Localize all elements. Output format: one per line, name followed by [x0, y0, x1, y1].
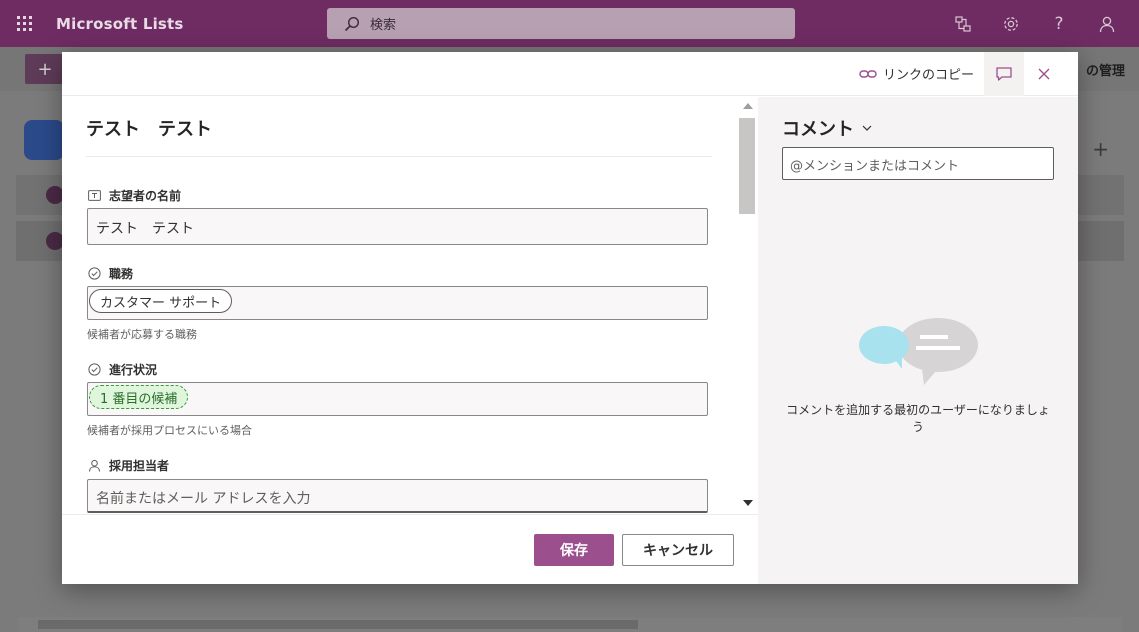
comments-toggle-button[interactable]	[984, 52, 1024, 96]
search-placeholder: 検索	[370, 18, 397, 33]
position-choice-field[interactable]: カスタマー サポート	[87, 286, 708, 320]
progress-choice-field[interactable]: 1 番目の候補	[87, 382, 708, 416]
dialog-header: リンクのコピー	[62, 52, 1078, 96]
copy-link-button[interactable]: リンクのコピー	[859, 64, 974, 83]
close-icon	[1038, 68, 1050, 80]
dialog-footer: 保存 キャンセル	[62, 514, 758, 584]
field-label-applicant-name: 志望者の名前	[88, 187, 181, 204]
gear-icon	[1004, 16, 1018, 31]
recruiter-placeholder: 名前またはメール アドレスを入力	[96, 491, 311, 507]
field-label-text: 職務	[109, 267, 134, 281]
app-launcher-button[interactable]	[0, 0, 48, 47]
text-field-icon	[88, 190, 101, 201]
settings-button[interactable]	[987, 0, 1035, 47]
save-button[interactable]: 保存	[534, 534, 614, 566]
flow-button[interactable]	[939, 0, 987, 47]
close-button[interactable]	[1024, 52, 1064, 96]
comment-icon	[996, 67, 1012, 81]
no-comments-message: コメントを追加する最初のユーザーになりましょう	[786, 403, 1050, 434]
field-label-text: 進行状況	[109, 363, 158, 377]
flow-icon	[955, 15, 971, 32]
field-label-position: 職務	[88, 265, 133, 282]
conversation-illustration-icon	[859, 318, 978, 385]
progress-choice-pill[interactable]: 1 番目の候補	[89, 385, 189, 409]
add-column-icon: +	[1092, 137, 1109, 161]
field-label-text: 志望者の名前	[109, 189, 182, 203]
chevron-down-icon	[862, 125, 872, 131]
help-icon: ?	[1054, 13, 1064, 34]
scrollbar-thumb[interactable]	[739, 118, 755, 214]
comment-input[interactable]: @メンションまたはコメント	[782, 147, 1054, 180]
item-title: テスト テスト	[86, 119, 212, 140]
scroll-up-icon[interactable]	[743, 103, 753, 109]
account-button[interactable]	[1083, 0, 1131, 47]
manage-access-label: の管理	[1085, 64, 1125, 79]
comments-title: コメント	[782, 119, 854, 140]
search-icon	[344, 16, 360, 31]
link-icon	[859, 69, 877, 78]
help-button[interactable]: ?	[1035, 0, 1083, 47]
position-choice-pill[interactable]: カスタマー サポート	[89, 289, 233, 313]
app-title[interactable]: Microsoft Lists	[56, 15, 184, 33]
list-icon	[24, 120, 64, 160]
cancel-button[interactable]: キャンセル	[622, 534, 734, 566]
field-label-recruiter: 採用担当者	[88, 457, 169, 474]
search-box[interactable]: 検索	[327, 8, 795, 39]
divider	[86, 156, 712, 157]
field-label-progress: 進行状況	[88, 361, 157, 378]
form-scrollbar[interactable]	[738, 97, 758, 514]
field-label-text: 採用担当者	[109, 459, 170, 473]
item-edit-dialog: リンクのコピー テスト テスト 志望者の名前 テスト テスト 職務 カスタマー …	[62, 52, 1078, 584]
horizontal-scrollbar	[18, 617, 1122, 632]
app-bar: Microsoft Lists 検索 ?	[0, 0, 1139, 47]
person-icon	[1099, 16, 1115, 32]
progress-description: 候補者が採用プロセスにいる場合	[87, 424, 252, 437]
recruiter-people-picker[interactable]: 名前またはメール アドレスを入力	[87, 479, 708, 513]
comments-header[interactable]: コメント	[782, 115, 872, 141]
applicant-name-input[interactable]: テスト テスト	[87, 208, 708, 245]
applicant-name-value: テスト テスト	[96, 221, 194, 237]
position-description: 候補者が応募する職務	[87, 328, 197, 341]
scrollbar-thumb	[38, 620, 638, 629]
person-icon	[89, 459, 100, 472]
choice-icon	[88, 363, 101, 376]
copy-link-label: リンクのコピー	[882, 68, 974, 83]
form-pane: テスト テスト 志望者の名前 テスト テスト 職務 カスタマー サポート 候補者…	[62, 97, 738, 514]
comment-input-placeholder: @メンションまたはコメント	[790, 159, 960, 174]
comments-pane: コメント @メンションまたはコメント コメントを追加する最初のユーザーになりまし…	[758, 97, 1078, 584]
new-item-button: +	[25, 54, 65, 84]
choice-icon	[88, 267, 101, 280]
waffle-icon	[16, 16, 32, 31]
scroll-down-icon[interactable]	[743, 500, 753, 506]
